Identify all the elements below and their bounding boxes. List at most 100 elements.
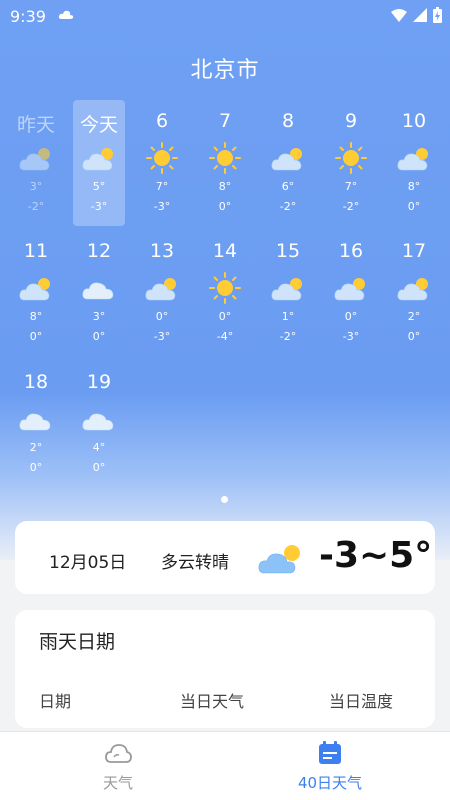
partly-cloudy-icon [144, 272, 180, 304]
forecast-high-temp: 3° [92, 310, 106, 323]
rain-days-title: 雨天日期 [39, 631, 116, 653]
forecast-day-label: 17 [401, 240, 427, 262]
forecast-day-label: 10 [401, 110, 427, 132]
forecast-day[interactable]: 16 0° -3° [325, 230, 377, 356]
column-header-weather: 当日天气 [180, 692, 245, 711]
battery-icon [433, 7, 442, 23]
cloud-outline-icon [105, 744, 132, 763]
sunny-icon [207, 272, 243, 304]
forecast-day-label: 14 [212, 240, 238, 262]
forecast-day-label: 12 [86, 240, 112, 262]
page-indicator-dot[interactable] [221, 496, 228, 503]
tab-40-day-weather-label: 40日天气 [297, 774, 363, 792]
forecast-low-temp: 0° [218, 200, 232, 213]
wifi-icon [391, 8, 407, 22]
forecast-day[interactable]: 14 0° -4° [199, 230, 251, 356]
sunny-icon [207, 142, 243, 174]
forecast-low-temp: -4° [216, 330, 234, 343]
forecast-day[interactable]: 17 2° 0° [388, 230, 440, 356]
partly-cloudy-icon [396, 142, 432, 174]
forecast-day[interactable]: 10 8° 0° [388, 100, 440, 226]
forecast-high-temp: 7° [155, 180, 169, 193]
forecast-low-temp: -3° [153, 330, 171, 343]
partly-cloudy-icon [18, 272, 54, 304]
forecast-day[interactable]: 8 6° -2° [262, 100, 314, 226]
forecast-low-temp: 0° [29, 330, 43, 343]
forecast-day[interactable]: 11 8° 0° [10, 230, 62, 356]
forecast-day-label: 8 [281, 110, 295, 132]
forecast-low-temp: -2° [27, 200, 45, 213]
forecast-high-temp: 8° [407, 180, 421, 193]
forecast-low-temp: 0° [29, 461, 43, 474]
forecast-day-label: 13 [149, 240, 175, 262]
partly-cloudy-icon [18, 142, 54, 174]
today-condition: 多云转晴 [161, 553, 229, 573]
partly-cloudy-icon [258, 545, 300, 574]
status-system-icons [391, 7, 442, 23]
sunny-icon [333, 142, 369, 174]
forecast-low-temp: -3° [153, 200, 171, 213]
partly-cloudy-icon [81, 142, 117, 174]
forecast-high-temp: 3° [29, 180, 43, 193]
today-summary-card[interactable]: 12月05日 多云转晴 -3~5° [15, 521, 435, 594]
forecast-panel: 9:39 北京市 昨天 3° -2° 今天 5° -3° 6 7° -3° 7 8° 0° 8 6° -2°… [0, 0, 450, 560]
forecast-high-temp: 2° [29, 441, 43, 454]
sunny-icon [144, 142, 180, 174]
forecast-day-label: 昨天 [16, 114, 55, 136]
partly-cloudy-icon [396, 272, 432, 304]
forecast-high-temp: 6° [281, 180, 295, 193]
tab-40-day-weather[interactable]: 40日天气 [270, 740, 390, 793]
forecast-day-label: 7 [218, 110, 232, 132]
forecast-day[interactable]: 昨天 3° -2° [10, 100, 62, 226]
status-time: 9:39 [10, 7, 46, 26]
cloudy-icon [18, 403, 54, 435]
forecast-low-temp: 0° [92, 330, 106, 343]
forecast-day[interactable]: 6 7° -3° [136, 100, 188, 226]
forecast-day-label: 16 [338, 240, 364, 262]
partly-cloudy-icon [333, 272, 369, 304]
forecast-day[interactable]: 9 7° -2° [325, 100, 377, 226]
forecast-high-temp: 0° [155, 310, 169, 323]
cloud-icon [58, 10, 74, 19]
forecast-day[interactable]: 12 3° 0° [73, 230, 125, 356]
forecast-day-label: 6 [155, 110, 169, 132]
forecast-low-temp: -2° [279, 330, 297, 343]
forecast-high-temp: 1° [281, 310, 295, 323]
forecast-day-label: 18 [23, 371, 49, 393]
cloudy-icon [81, 403, 117, 435]
signal-icon [413, 8, 427, 22]
city-title: 北京市 [190, 58, 260, 83]
forecast-day-label: 19 [86, 371, 112, 393]
tab-weather[interactable]: 天气 [58, 740, 178, 793]
forecast-day[interactable]: 18 2° 0° [10, 361, 62, 487]
status-bar: 9:39 [0, 0, 450, 34]
forecast-high-temp: 8° [218, 180, 232, 193]
bottom-tab-bar: 天气 40日天气 [0, 731, 450, 800]
forecast-day[interactable]: 7 8° 0° [199, 100, 251, 226]
forecast-day-label: 9 [344, 110, 358, 132]
forecast-high-temp: 2° [407, 310, 421, 323]
forecast-high-temp: 0° [218, 310, 232, 323]
calendar-icon [319, 741, 341, 764]
forecast-day[interactable]: 19 4° 0° [73, 361, 125, 487]
forecast-high-temp: 5° [92, 180, 106, 193]
forecast-high-temp: 4° [92, 441, 106, 454]
today-temp-range: -3~5° [319, 535, 433, 576]
column-header-date: 日期 [39, 692, 72, 711]
partly-cloudy-icon [270, 272, 306, 304]
today-date: 12月05日 [49, 553, 127, 573]
forecast-day[interactable]: 今天 5° -3° [73, 100, 125, 226]
forecast-low-temp: 0° [407, 200, 421, 213]
cloudy-icon [81, 272, 117, 304]
forecast-day[interactable]: 15 1° -2° [262, 230, 314, 356]
partly-cloudy-icon [270, 142, 306, 174]
forecast-day-label: 今天 [79, 114, 118, 136]
column-header-temperature: 当日温度 [329, 692, 394, 711]
forecast-low-temp: -3° [90, 200, 108, 213]
forecast-low-temp: 0° [407, 330, 421, 343]
forecast-low-temp: 0° [92, 461, 106, 474]
forecast-day[interactable]: 13 0° -3° [136, 230, 188, 356]
forecast-day-label: 11 [23, 240, 49, 262]
rain-days-card: 雨天日期 日期 当日天气 当日温度 [15, 610, 435, 728]
forecast-low-temp: -3° [342, 330, 360, 343]
